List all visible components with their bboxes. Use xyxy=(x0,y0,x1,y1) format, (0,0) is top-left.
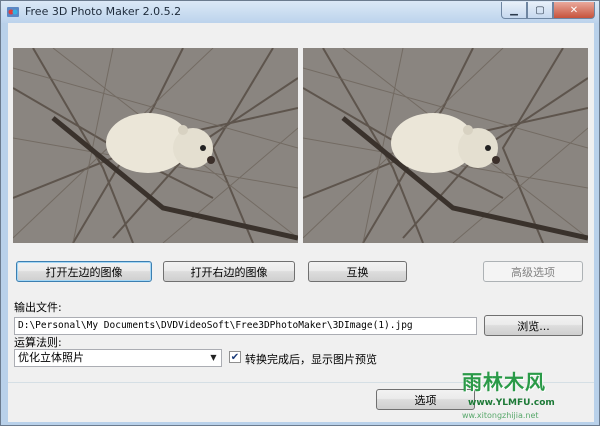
watermark-url: www.YLMFU.com xyxy=(468,398,555,408)
maximize-icon: ▢ xyxy=(535,4,545,16)
algorithm-label: 运算法则: xyxy=(14,336,62,349)
output-path-field[interactable]: D:\Personal\My Documents\DVDVideoSoft\Fr… xyxy=(14,317,477,335)
watermark-title: 雨林木风 xyxy=(462,370,546,394)
options-button[interactable]: 选项 xyxy=(376,389,475,410)
browse-button[interactable]: 浏览... xyxy=(484,315,583,336)
preview-checkbox[interactable]: ✔ xyxy=(229,351,241,363)
swap-button[interactable]: 互换 xyxy=(308,261,407,282)
open-right-image-button[interactable]: 打开右边的图像 xyxy=(163,261,295,282)
watermark-url-secondary: ww.xitongzhijia.net xyxy=(462,411,539,420)
right-photo xyxy=(303,48,588,243)
watermark-logo: 雨林木风 www.YLMFU.com ww.xitongzhijia.net xyxy=(462,366,592,424)
preview-checkbox-label[interactable]: 转换完成后，显示图片预览 xyxy=(245,351,377,367)
maximize-button[interactable]: ▢ xyxy=(527,2,553,19)
minimize-button[interactable]: ▁ xyxy=(501,2,527,19)
left-image-preview[interactable] xyxy=(13,48,298,243)
checkmark-icon: ✔ xyxy=(230,351,240,363)
title-bar[interactable]: Free 3D Photo Maker 2.0.5.2 ▁ ▢ ✕ xyxy=(1,1,599,23)
close-icon: ✕ xyxy=(569,4,579,16)
algorithm-select[interactable]: 优化立体照片 ▼ xyxy=(14,349,222,367)
app-window: Free 3D Photo Maker 2.0.5.2 ▁ ▢ ✕ 打开左边的图… xyxy=(0,0,600,426)
client-area: 打开左边的图像 打开右边的图像 互换 高级选项 输出文件: D:\Persona… xyxy=(8,23,594,422)
algorithm-selected-value: 优化立体照片 xyxy=(18,351,84,364)
open-left-image-button[interactable]: 打开左边的图像 xyxy=(16,261,152,282)
app-icon xyxy=(7,7,19,17)
close-button[interactable]: ✕ xyxy=(553,2,595,19)
chevron-down-icon: ▼ xyxy=(210,353,217,362)
output-file-label: 输出文件: xyxy=(14,301,62,314)
left-photo xyxy=(13,48,298,243)
advanced-options-button[interactable]: 高级选项 xyxy=(483,261,583,282)
minimize-icon: ▁ xyxy=(510,4,518,16)
photo-preview-area xyxy=(13,48,588,243)
right-image-preview[interactable] xyxy=(303,48,588,243)
window-title: Free 3D Photo Maker 2.0.5.2 xyxy=(25,5,182,18)
